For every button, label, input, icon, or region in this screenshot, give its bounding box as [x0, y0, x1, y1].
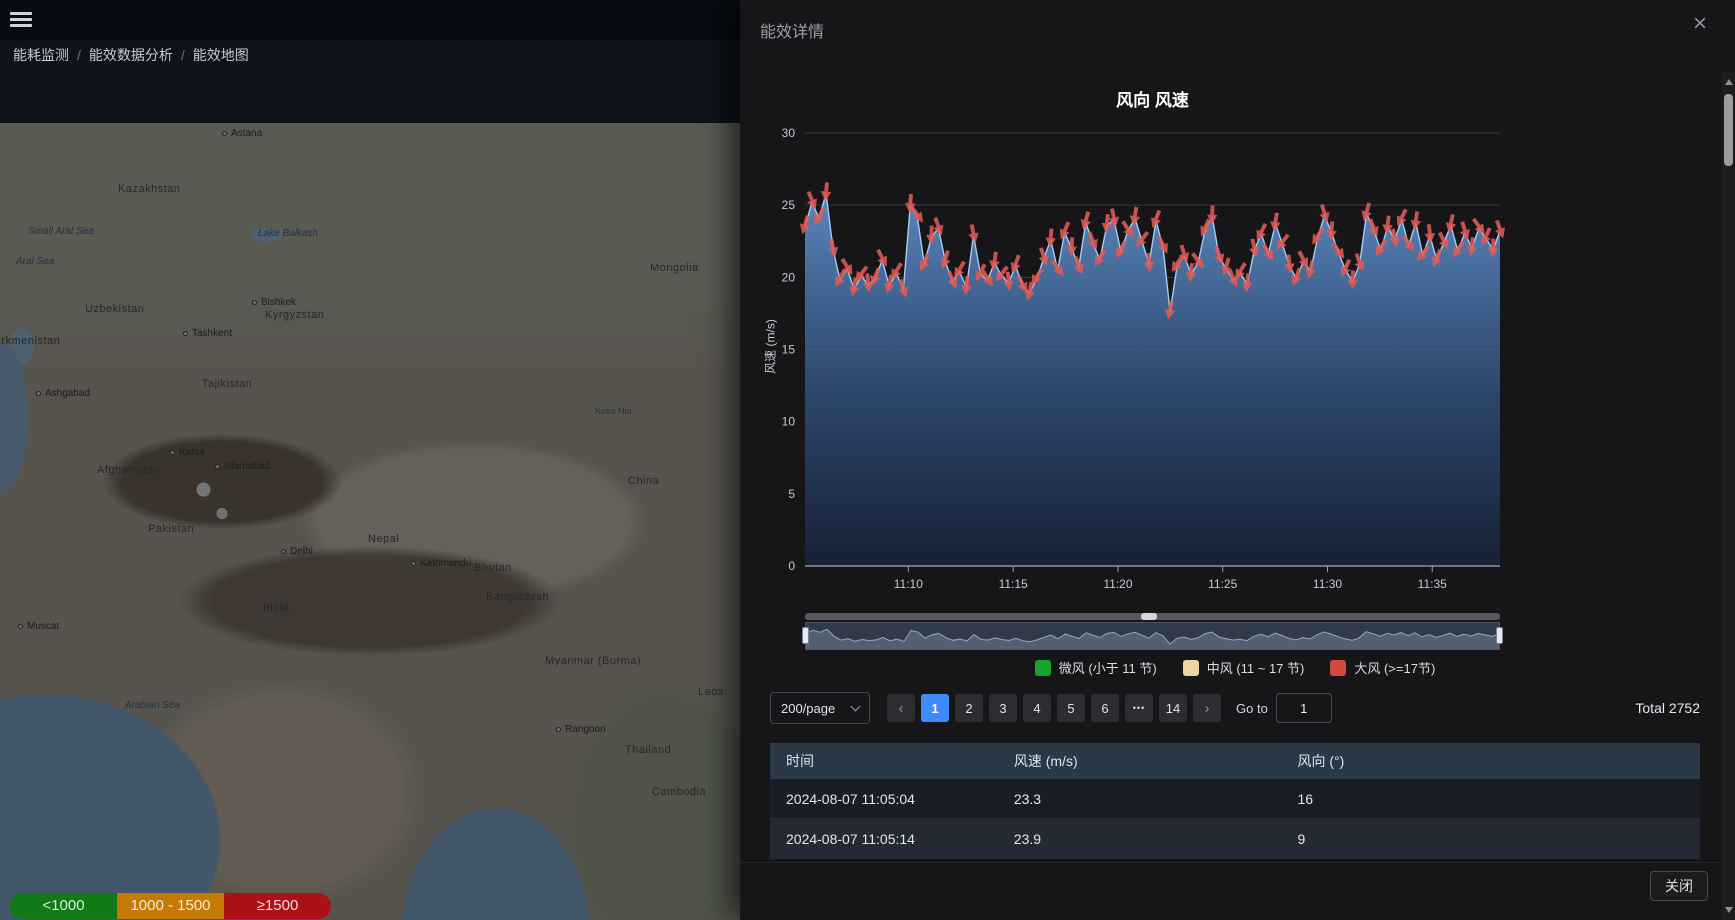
table-cell: 2024-08-07 11:05:04 — [770, 791, 998, 807]
svg-text:11:35: 11:35 — [1418, 577, 1447, 591]
goto-label: Go to — [1236, 701, 1268, 716]
datazoom-handle-right[interactable] — [1496, 627, 1503, 644]
svg-text:10: 10 — [782, 415, 796, 429]
pagination: 200/page ‹ 123456•••14 › Go to Total 275… — [770, 692, 1700, 724]
page-button[interactable]: 5 — [1057, 694, 1085, 722]
legend-item[interactable]: 微风 (小于 11 节) — [1035, 658, 1157, 677]
legend-swatch — [1330, 660, 1346, 676]
breadcrumb-item[interactable]: 能效数据分析 — [89, 45, 173, 65]
table-header: 时间风速 (m/s)风向 (°) — [770, 743, 1700, 779]
drawer-title: 能效详情 — [760, 18, 824, 42]
legend-swatch — [1035, 660, 1051, 676]
page-button[interactable]: 1 — [921, 694, 949, 722]
table-cell: 16 — [1281, 791, 1700, 807]
table-header-cell: 风速 (m/s) — [998, 751, 1282, 771]
svg-text:30: 30 — [782, 126, 796, 140]
menu-icon[interactable] — [10, 12, 32, 28]
breadcrumb-item[interactable]: 能效地图 — [193, 45, 249, 65]
wind-chart[interactable]: 0 5 10 15 20 25 30 11:10 11:15 11:20 11:25 11:30 11:… — [760, 108, 1520, 600]
table-cell: 9 — [1281, 831, 1700, 847]
drawer-footer: 关闭 — [740, 862, 1735, 920]
goto-page-input[interactable] — [1276, 693, 1332, 723]
chart-scrollbar[interactable] — [805, 613, 1500, 620]
more-pages-button[interactable]: ••• — [1125, 694, 1153, 722]
page-button[interactable]: 2 — [955, 694, 983, 722]
scroll-down-icon[interactable] — [1725, 907, 1733, 913]
page-button[interactable]: 4 — [1023, 694, 1051, 722]
scrollbar-thumb[interactable] — [1724, 94, 1733, 166]
prev-page-button[interactable]: ‹ — [887, 694, 915, 722]
chart-scrollbar-thumb[interactable] — [1141, 613, 1157, 620]
map-color-legend: <10001000 - 1500≥1500 — [10, 893, 331, 919]
svg-text:11:25: 11:25 — [1208, 577, 1237, 591]
page-button[interactable]: 3 — [989, 694, 1017, 722]
svg-text:20: 20 — [782, 270, 796, 284]
svg-text:0: 0 — [788, 559, 795, 573]
close-icon[interactable]: × — [1693, 12, 1707, 36]
table-header-cell: 时间 — [770, 751, 998, 771]
breadcrumb-item[interactable]: 能耗监测 — [13, 45, 69, 65]
breadcrumb-separator: / — [181, 47, 185, 63]
chart-legend: 微风 (小于 11 节) 中风 (11 ~ 17 节) 大风 (>=17节) — [770, 658, 1700, 677]
next-page-button[interactable]: › — [1193, 694, 1221, 722]
svg-text:15: 15 — [782, 343, 796, 357]
datazoom-minichart — [806, 623, 1499, 649]
chevron-down-icon — [851, 701, 861, 711]
map-legend-segment: ≥1500 — [224, 893, 331, 919]
wind-table: 时间风速 (m/s)风向 (°) 2024-08-07 11:05:0423.3… — [770, 743, 1700, 859]
svg-text:25: 25 — [782, 198, 796, 212]
svg-text:5: 5 — [788, 487, 795, 501]
page-size-value: 200/page — [781, 701, 835, 716]
scroll-up-icon[interactable] — [1725, 79, 1733, 85]
legend-swatch — [1183, 660, 1199, 676]
svg-text:11:10: 11:10 — [894, 577, 923, 591]
detail-drawer: 能效详情 × 风向 风速 风速 (m/s) 05101520253011:101… — [740, 0, 1735, 920]
table-cell: 23.3 — [998, 791, 1282, 807]
map[interactable]: AstanaKazakhstanSmall Aral SeaAral SeaLa… — [0, 123, 740, 920]
datazoom-slider[interactable] — [805, 622, 1500, 650]
map-dim-overlay — [0, 123, 740, 920]
close-button[interactable]: 关闭 — [1650, 871, 1708, 901]
breadcrumb-separator: / — [77, 47, 81, 63]
datazoom-handle-left[interactable] — [802, 627, 809, 644]
table-cell: 23.9 — [998, 831, 1282, 847]
map-legend-segment: 1000 - 1500 — [117, 893, 224, 919]
vertical-scrollbar[interactable] — [1722, 72, 1735, 920]
page-size-select[interactable]: 200/page — [770, 692, 870, 724]
legend-item[interactable]: 大风 (>=17节) — [1330, 658, 1435, 677]
table-row: 2024-08-07 11:05:0423.316 — [770, 779, 1700, 819]
total-count: Total 2752 — [1635, 700, 1700, 716]
map-legend-segment: <1000 — [10, 893, 117, 919]
table-header-cell: 风向 (°) — [1281, 751, 1700, 771]
table-row: 2024-08-07 11:05:1423.99 — [770, 819, 1700, 859]
table-cell: 2024-08-07 11:05:14 — [770, 831, 998, 847]
legend-item[interactable]: 中风 (11 ~ 17 节) — [1183, 658, 1305, 677]
svg-text:11:15: 11:15 — [999, 577, 1028, 591]
svg-text:11:30: 11:30 — [1313, 577, 1342, 591]
svg-text:11:20: 11:20 — [1103, 577, 1132, 591]
page-button[interactable]: 6 — [1091, 694, 1119, 722]
page-button[interactable]: 14 — [1159, 694, 1187, 722]
